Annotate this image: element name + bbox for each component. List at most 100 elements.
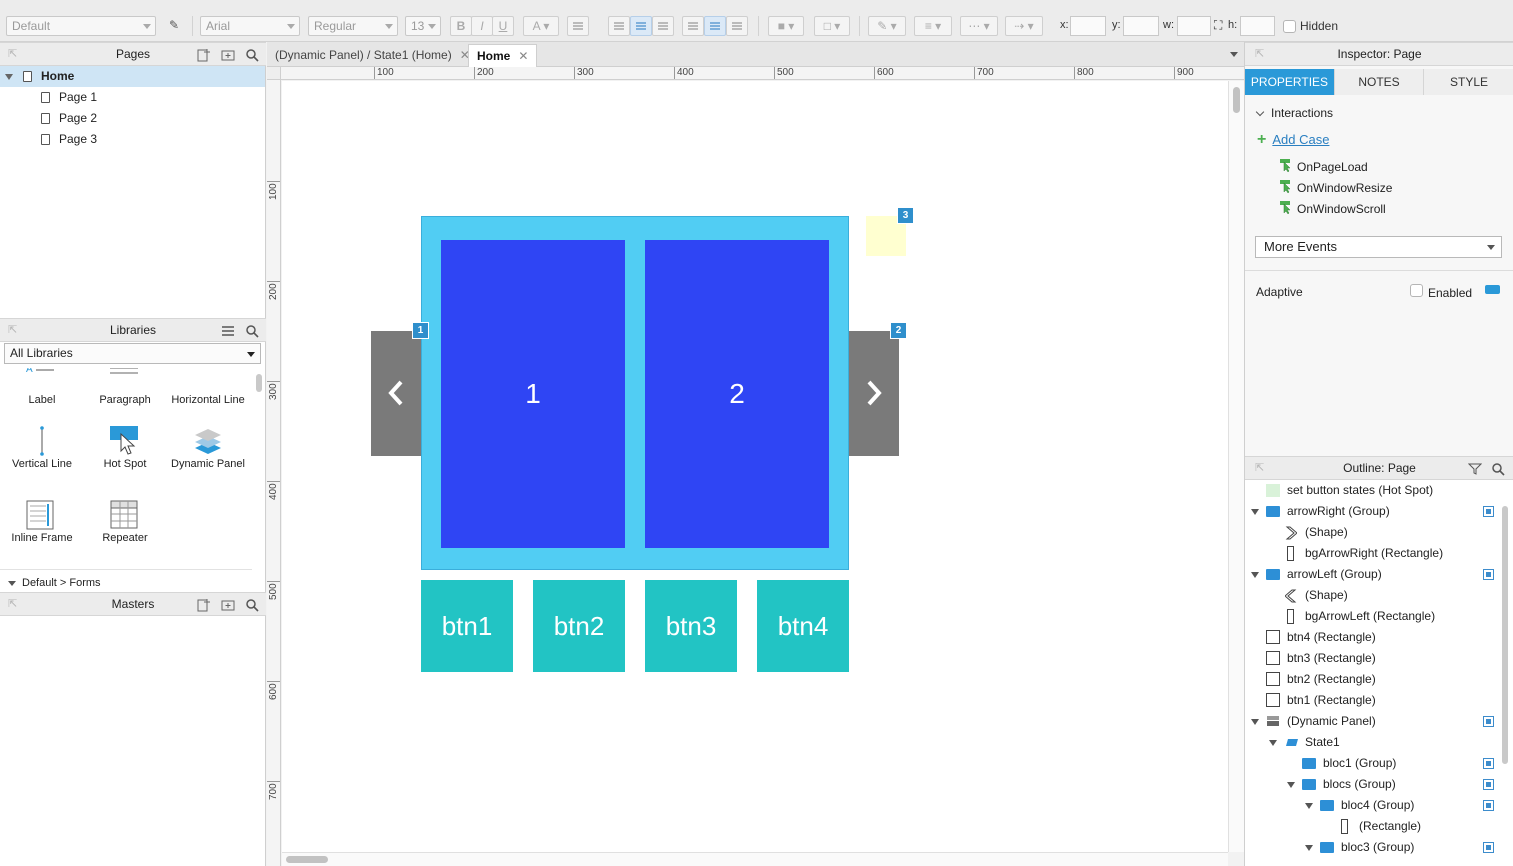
fill-color-icon[interactable]: ■ ▾ <box>768 16 804 36</box>
library-item-paragraph[interactable]: Paragraph <box>83 368 167 406</box>
btn1-rectangle[interactable]: btn1 <box>421 580 513 672</box>
close-icon[interactable]: ✕ <box>518 49 528 63</box>
page-item-page-3[interactable]: Page 3 <box>0 129 265 150</box>
add-master-icon[interactable] <box>197 597 211 612</box>
outline-row-arrow-right-group[interactable]: arrowRight (Group) <box>1245 501 1499 522</box>
add-case-button[interactable]: + Add Case <box>1257 131 1329 149</box>
x-field[interactable] <box>1070 16 1106 36</box>
library-section-forms[interactable]: Default > Forms <box>8 577 101 589</box>
outline-row-bloc4-group[interactable]: bloc4 (Group) <box>1245 795 1499 816</box>
search-icon[interactable] <box>1491 461 1505 476</box>
canvas-vertical-scrollbar[interactable] <box>1228 81 1244 852</box>
align-top-icon[interactable] <box>682 16 704 36</box>
add-page-icon[interactable] <box>197 47 211 62</box>
expand-triangle-icon[interactable] <box>1251 509 1259 515</box>
library-item-vertical-line[interactable]: Vertical Line <box>0 424 84 470</box>
library-item-horizontal-line[interactable]: Horizontal Line <box>166 368 250 406</box>
tabs-overflow-icon[interactable] <box>1230 52 1238 57</box>
adaptive-settings-icon[interactable] <box>1485 285 1500 294</box>
outline-row-shape[interactable]: (Shape) <box>1245 522 1499 543</box>
expand-triangle-icon[interactable] <box>1251 572 1259 578</box>
collapse-icon[interactable]: ⇱ <box>1255 43 1264 65</box>
slide-block-2[interactable]: 2 <box>645 240 829 548</box>
add-folder-icon[interactable] <box>221 47 235 61</box>
chevron-left-icon[interactable] <box>386 379 406 407</box>
outline-row-bg-arrow-right[interactable]: bgArrowRight (Rectangle) <box>1245 543 1499 564</box>
outline-scrollbar[interactable] <box>1502 506 1508 764</box>
w-field[interactable] <box>1177 16 1211 36</box>
line-pattern-icon[interactable]: ⋯ ▾ <box>960 16 998 36</box>
add-folder-icon[interactable] <box>221 597 235 611</box>
outline-row-btn1[interactable]: btn1 (Rectangle) <box>1245 690 1499 711</box>
event-on-window-scroll[interactable]: OnWindowScroll <box>1280 201 1386 216</box>
interaction-badge[interactable]: 1 <box>412 322 429 339</box>
interaction-badge[interactable]: 3 <box>897 207 914 224</box>
bold-icon[interactable]: B <box>450 16 472 36</box>
chevron-right-icon[interactable] <box>864 379 884 407</box>
outline-row-hotspot[interactable]: set button states (Hot Spot) <box>1245 480 1499 501</box>
y-field[interactable] <box>1123 16 1159 36</box>
expand-triangle-icon[interactable] <box>1305 803 1313 809</box>
search-icon[interactable] <box>245 47 259 62</box>
enabled-checkbox[interactable] <box>1410 284 1423 297</box>
outline-row-arrow-left-group[interactable]: arrowLeft (Group) <box>1245 564 1499 585</box>
scroll-thumb[interactable] <box>286 856 328 863</box>
outline-row-rectangle[interactable]: (Rectangle) <box>1245 816 1499 837</box>
tab-style[interactable]: STYLE <box>1424 69 1513 95</box>
shadow-icon[interactable]: □ ▾ <box>814 16 850 36</box>
expand-triangle-icon[interactable] <box>1287 782 1295 788</box>
line-color-icon[interactable]: ✎ ▾ <box>868 16 906 36</box>
outline-row-bloc1-group[interactable]: bloc1 (Group) <box>1245 753 1499 774</box>
library-item-label[interactable]: A Label <box>0 368 84 406</box>
collapse-icon[interactable]: ⇱ <box>1255 457 1264 479</box>
style-select[interactable]: Default <box>6 16 156 36</box>
library-item-hot-spot[interactable]: Hot Spot <box>83 424 167 470</box>
tab-properties[interactable]: PROPERTIES <box>1245 69 1335 95</box>
search-icon[interactable] <box>245 597 259 612</box>
align-right-icon[interactable] <box>652 16 674 36</box>
tab-dynamic-panel-state[interactable]: (Dynamic Panel) / State1 (Home) ✕ <box>267 44 478 67</box>
slide-block-1[interactable]: 1 <box>441 240 625 548</box>
font-select[interactable]: Arial <box>200 16 300 36</box>
collapse-icon[interactable]: ⇱ <box>8 593 17 615</box>
outline-row-btn3[interactable]: btn3 (Rectangle) <box>1245 648 1499 669</box>
event-on-window-resize[interactable]: OnWindowResize <box>1280 180 1392 195</box>
btn3-rectangle[interactable]: btn3 <box>645 580 737 672</box>
interactions-section[interactable]: Interactions <box>1255 106 1333 120</box>
outline-row-blocs-group[interactable]: blocs (Group) <box>1245 774 1499 795</box>
line-width-icon[interactable]: ≡ ▾ <box>914 16 952 36</box>
font-color-icon[interactable]: A ▾ <box>523 16 559 36</box>
underline-icon[interactable]: U <box>492 16 514 36</box>
align-bottom-icon[interactable] <box>726 16 748 36</box>
outline-row-dynamic-panel[interactable]: (Dynamic Panel) <box>1245 711 1499 732</box>
outline-row-bloc3-group[interactable]: bloc3 (Group) <box>1245 837 1499 858</box>
font-weight-select[interactable]: Regular <box>308 16 398 36</box>
align-center-icon[interactable] <box>630 16 652 36</box>
arrow-style-icon[interactable]: ⇢ ▾ <box>1005 16 1043 36</box>
interaction-badge[interactable]: 2 <box>890 322 907 339</box>
more-events-select[interactable]: More Events <box>1255 236 1502 258</box>
page-item-page-2[interactable]: Page 2 <box>0 108 265 129</box>
search-icon[interactable] <box>245 323 259 338</box>
italic-icon[interactable]: I <box>471 16 493 36</box>
filter-icon[interactable] <box>1467 461 1483 475</box>
scroll-thumb[interactable] <box>1233 87 1240 113</box>
library-select[interactable]: All Libraries <box>4 343 261 364</box>
tab-home[interactable]: Home ✕ <box>468 44 538 67</box>
expand-triangle-icon[interactable] <box>1269 740 1277 746</box>
hidden-checkbox[interactable] <box>1283 20 1296 33</box>
h-field[interactable] <box>1240 16 1275 36</box>
btn4-rectangle[interactable]: btn4 <box>757 580 849 672</box>
bg-arrow-right[interactable] <box>849 331 899 456</box>
outline-row-btn2[interactable]: btn2 (Rectangle) <box>1245 669 1499 690</box>
canvas-horizontal-scrollbar[interactable] <box>282 852 1228 866</box>
libraries-scrollbar[interactable] <box>256 374 262 392</box>
expand-triangle-icon[interactable] <box>5 74 13 80</box>
lock-ratio-icon[interactable]: ⛶ <box>1214 18 1222 33</box>
page-item-home[interactable]: Home <box>0 66 265 87</box>
outline-row-btn4[interactable]: btn4 (Rectangle) <box>1245 627 1499 648</box>
menu-icon[interactable] <box>221 323 235 337</box>
btn2-rectangle[interactable]: btn2 <box>533 580 625 672</box>
expand-triangle-icon[interactable] <box>1305 845 1313 851</box>
font-size-select[interactable]: 13 <box>405 16 441 36</box>
